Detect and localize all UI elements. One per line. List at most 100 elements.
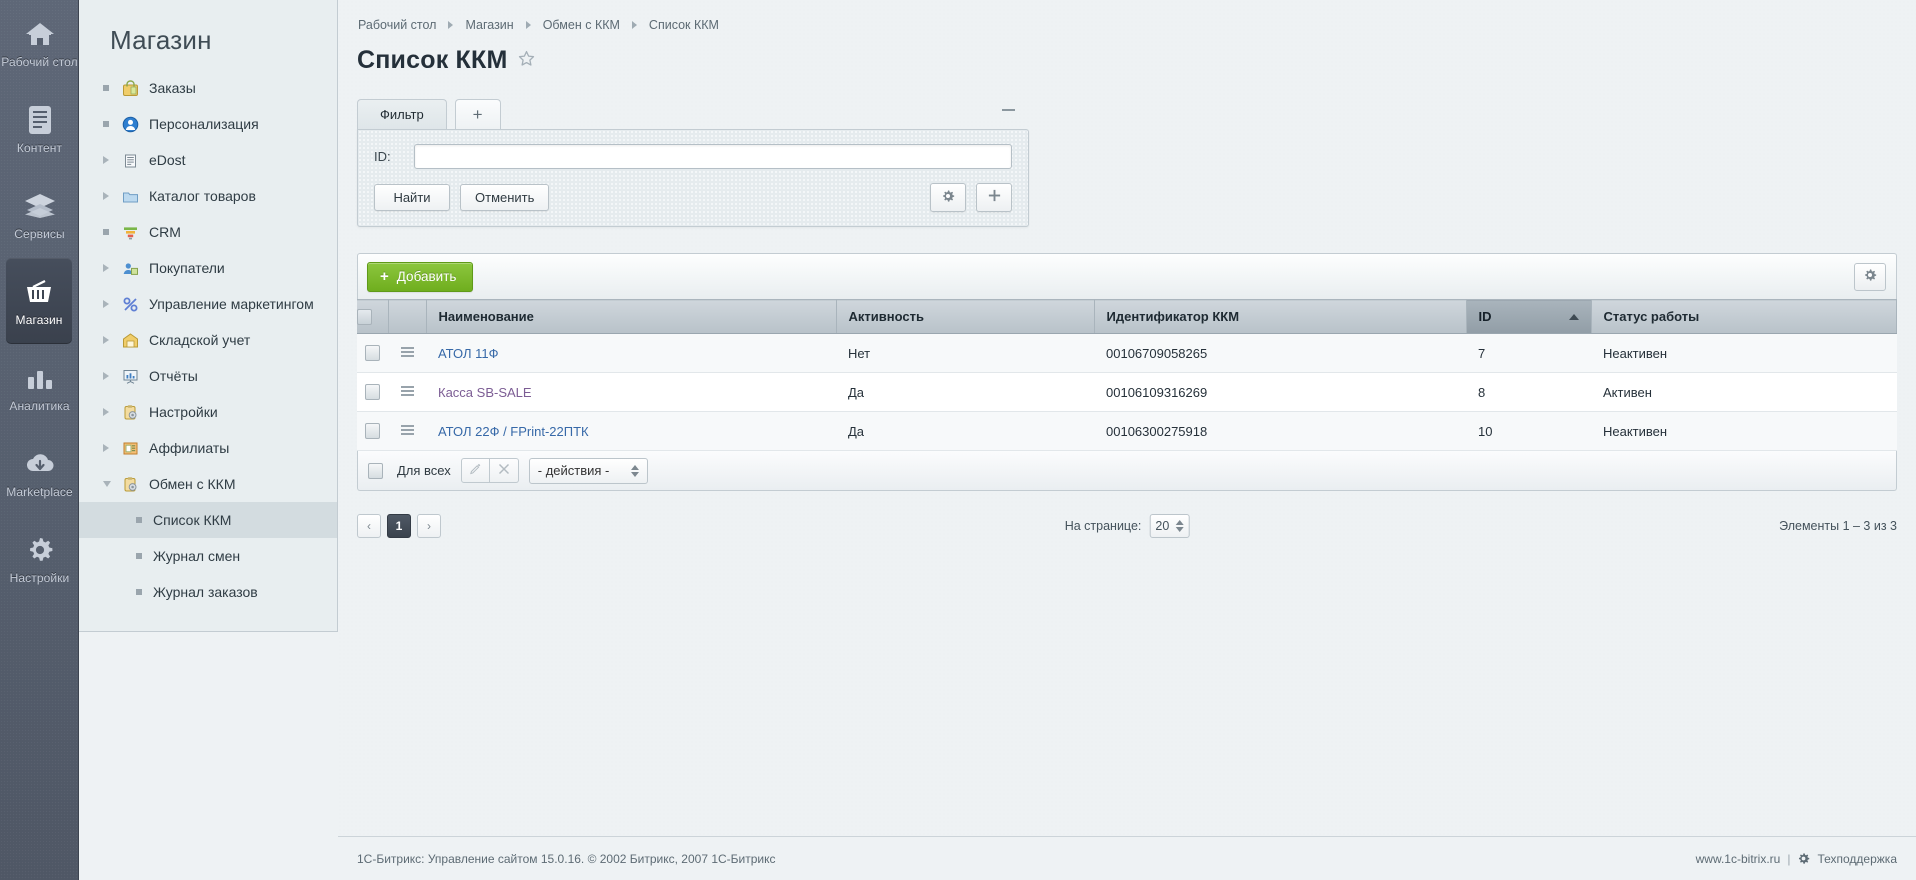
sidebar-item-kkm-exchange[interactable]: Обмен с ККМ xyxy=(79,466,337,502)
sidebar-item-label: Отчёты xyxy=(149,368,198,384)
expand-triangle-icon[interactable] xyxy=(103,408,119,416)
breadcrumb-item-kkm-list[interactable]: Список ККМ xyxy=(649,18,719,32)
footer-site-link[interactable]: www.1c-bitrix.ru xyxy=(1696,852,1781,866)
sidebar-item-reports[interactable]: Отчёты xyxy=(79,358,337,394)
layers-icon xyxy=(23,190,57,222)
header-select-all[interactable] xyxy=(357,299,389,334)
row-menu-icon[interactable] xyxy=(398,381,417,401)
expand-triangle-icon[interactable] xyxy=(103,192,119,200)
row-menu-cell[interactable] xyxy=(388,333,426,373)
row-checkbox[interactable] xyxy=(365,423,380,440)
row-menu-icon[interactable] xyxy=(398,420,417,440)
filter-add-button[interactable] xyxy=(976,183,1012,212)
rail-item-analytics[interactable]: Аналитика xyxy=(0,344,79,430)
row-menu-cell[interactable] xyxy=(388,372,426,412)
select-all-label: Для всех xyxy=(397,463,451,478)
filter-collapse-button[interactable] xyxy=(1002,109,1015,111)
sidebar-item-marketing[interactable]: Управление маркетингом xyxy=(79,286,337,322)
warehouse-icon xyxy=(119,330,141,350)
row-checkbox[interactable] xyxy=(365,384,380,401)
expand-triangle-icon[interactable] xyxy=(103,300,119,308)
sidebar-item-orders[interactable]: Заказы xyxy=(79,70,337,106)
sidebar-item-affiliates[interactable]: Аффилиаты xyxy=(79,430,337,466)
table-row[interactable]: АТОЛ 11Ф Нет 00106709058265 7 Неактивен xyxy=(357,333,1897,373)
table-row[interactable]: Касса SB-SALE Да 00106109316269 8 Активе… xyxy=(357,372,1897,412)
rail-item-desktop[interactable]: Рабочий стол xyxy=(0,0,79,86)
row-menu-cell[interactable] xyxy=(388,411,426,451)
breadcrumb-item-shop[interactable]: Магазин xyxy=(465,18,513,32)
row-checkbox[interactable] xyxy=(365,345,380,362)
per-page-select[interactable]: 20 xyxy=(1149,514,1190,538)
filter-settings-button[interactable] xyxy=(930,183,966,212)
sidebar-item-edost[interactable]: eDost xyxy=(79,142,337,178)
sidebar-item-crm[interactable]: CRM xyxy=(79,214,337,250)
filter-cancel-button[interactable]: Отменить xyxy=(460,184,550,211)
row-name-link[interactable]: АТОЛ 11Ф xyxy=(438,346,499,361)
header-kkm-id[interactable]: Идентификатор ККМ xyxy=(1094,299,1467,334)
rail-item-marketplace[interactable]: Marketplace xyxy=(0,430,79,516)
expand-triangle-icon[interactable] xyxy=(103,264,119,272)
add-button-label: Добавить xyxy=(396,269,457,284)
table-header-row: Наименование Активность Идентификатор КК… xyxy=(357,299,1897,334)
pager-next-button[interactable]: › xyxy=(417,514,441,538)
filter-tab-main[interactable]: Фильтр xyxy=(357,99,447,129)
rail-item-services[interactable]: Сервисы xyxy=(0,172,79,258)
filter-add-tab-button[interactable]: + xyxy=(454,99,501,129)
row-checkbox-cell[interactable] xyxy=(357,333,388,373)
sidebar-subitem-order-journal[interactable]: Журнал заказов xyxy=(79,574,337,610)
breadcrumb-item-desktop[interactable]: Рабочий стол xyxy=(358,18,436,32)
sidebar-item-personalization[interactable]: Персонализация xyxy=(79,106,337,142)
header-name[interactable]: Наименование xyxy=(426,299,837,334)
rail-item-content[interactable]: Контент xyxy=(0,86,79,172)
expand-triangle-icon[interactable] xyxy=(103,156,119,164)
rail-item-settings[interactable]: Настройки xyxy=(0,516,79,602)
sidebar-item-label: Аффилиаты xyxy=(149,440,230,456)
delete-selected-button[interactable] xyxy=(489,458,519,483)
header-activity[interactable]: Активность xyxy=(836,299,1095,334)
bullet-square-icon xyxy=(136,589,142,595)
header-status[interactable]: Статус работы xyxy=(1591,299,1897,334)
expand-triangle-icon[interactable] xyxy=(103,444,119,452)
section-sidebar: Магазин Заказы Персонализация eDost Ката… xyxy=(79,0,338,632)
pager-prev-button[interactable]: ‹ xyxy=(357,514,381,538)
cell-name: АТОЛ 11Ф xyxy=(426,333,836,373)
edit-selected-button[interactable] xyxy=(460,458,490,483)
cell-status: Активен xyxy=(1591,372,1897,412)
sidebar-item-settings[interactable]: Настройки xyxy=(79,394,337,430)
sidebar-item-catalog[interactable]: Каталог товаров xyxy=(79,178,337,214)
sidebar-item-warehouse[interactable]: Складской учет xyxy=(79,322,337,358)
filter-search-button[interactable]: Найти xyxy=(374,184,450,211)
expand-triangle-icon[interactable] xyxy=(103,372,119,380)
table-row[interactable]: АТОЛ 22Ф / FPrint-22ПТК Да 0010630027591… xyxy=(357,411,1897,451)
star-outline-icon[interactable] xyxy=(518,50,535,71)
expand-triangle-icon[interactable] xyxy=(103,336,119,344)
select-all-checkbox[interactable] xyxy=(357,308,372,325)
title-bar: Список ККМ xyxy=(338,32,1916,75)
add-button[interactable]: + Добавить xyxy=(367,261,474,292)
sidebar-subitem-shift-journal[interactable]: Журнал смен xyxy=(79,538,337,574)
row-name-link[interactable]: Касса SB-SALE xyxy=(438,385,532,400)
header-id[interactable]: ID xyxy=(1466,299,1592,334)
row-menu-icon[interactable] xyxy=(398,342,417,362)
pager-page-1[interactable]: 1 xyxy=(387,514,411,538)
grid-settings-button[interactable] xyxy=(1854,262,1886,291)
breadcrumb-item-kkm-exchange[interactable]: Обмен с ККМ xyxy=(543,18,620,32)
sidebar-item-label: Персонализация xyxy=(149,116,259,132)
basket-icon xyxy=(22,276,56,308)
filter-id-input[interactable] xyxy=(414,144,1012,169)
rail-item-shop[interactable]: Магазин xyxy=(6,258,72,344)
collapse-triangle-icon[interactable] xyxy=(103,481,119,487)
row-checkbox-cell[interactable] xyxy=(357,372,388,412)
row-checkbox-cell[interactable] xyxy=(357,411,388,451)
rail-item-label: Рабочий стол xyxy=(1,54,78,69)
sidebar-item-customers[interactable]: Покупатели xyxy=(79,250,337,286)
footer-support-link[interactable]: Техподдержка xyxy=(1817,852,1897,866)
sidebar-subitem-kkm-list[interactable]: Список ККМ xyxy=(79,502,337,538)
group-action-select[interactable]: - действия - xyxy=(528,457,649,484)
select-all-rows-checkbox[interactable] xyxy=(368,462,383,479)
rail-item-label: Контент xyxy=(16,140,63,155)
table-head: Наименование Активность Идентификатор КК… xyxy=(357,299,1897,334)
row-name-link[interactable]: АТОЛ 22Ф / FPrint-22ПТК xyxy=(438,424,589,439)
gear-icon xyxy=(1863,268,1877,285)
group-action-icon-buttons xyxy=(460,458,519,483)
